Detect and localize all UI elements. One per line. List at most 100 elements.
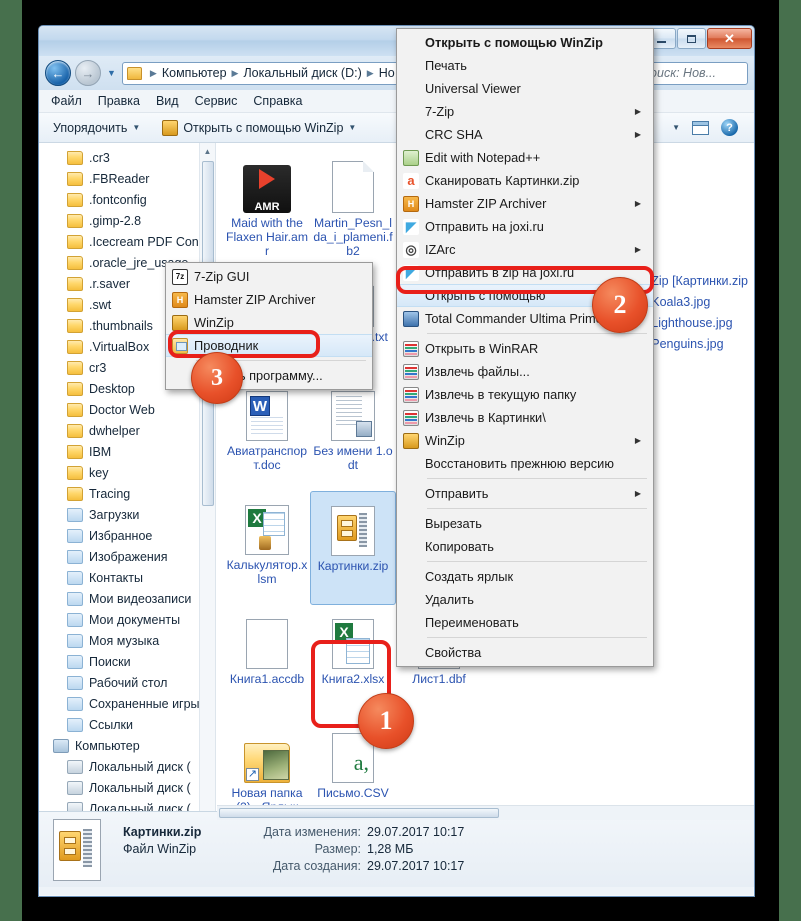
view-dropdown-icon[interactable]: ▼ [672, 123, 680, 132]
file-item[interactable]: Книга1.accdb [224, 605, 310, 719]
tree-item[interactable]: Поиски [39, 651, 215, 672]
file-item[interactable]: Martin_Pesn_lda_i_plameni.fb2 [310, 149, 396, 263]
menu-edit[interactable]: Правка [98, 94, 140, 108]
menu-help[interactable]: Справка [253, 94, 302, 108]
menu-item[interactable]: ◤ Отправить на joxi.ru [397, 215, 653, 238]
menu-item-label: CRC SHA [425, 127, 483, 142]
tree-item[interactable]: dwhelper [39, 420, 215, 441]
amr-audio-icon: AMR [243, 165, 291, 213]
file-item[interactable]: Без имени 1.odt [310, 377, 396, 491]
menu-file[interactable]: Файл [51, 94, 82, 108]
open-with-winzip-label: Открыть с помощью WinZip [183, 120, 344, 135]
scroll-up-arrow[interactable]: ▲ [200, 143, 215, 159]
file-item[interactable]: AMR Maid with the Flaxen Hair.amr [224, 149, 310, 263]
menu-item[interactable]: Переименовать [397, 611, 653, 634]
tree-item[interactable]: .FBReader [39, 168, 215, 189]
file-thumbnail: X [327, 611, 379, 669]
tree-item[interactable]: Локальный диск ( [39, 777, 215, 798]
submenu-arrow-icon: ▶ [634, 107, 641, 116]
tree-item[interactable]: Избранное [39, 525, 215, 546]
tree-item[interactable]: Рабочий стол [39, 672, 215, 693]
navigation-pane: .cr3 .FBReader .fontconfig .gimp-2.8 .Icecre… [39, 143, 216, 811]
menu-item-label: Свойства [425, 645, 482, 660]
menu-item[interactable]: ◎ IZArc ▶ [397, 238, 653, 261]
menu-item[interactable]: Открыть в WinRAR [397, 337, 653, 360]
menu-item[interactable]: CRC SHA ▶ [397, 123, 653, 146]
menu-item[interactable]: WinZip ▶ [397, 429, 653, 452]
menu-item-label: Открыть с помощью WinZip [425, 35, 603, 50]
horizontal-scrollbar[interactable] [217, 805, 754, 820]
tree-item-label: Tracing [89, 486, 131, 501]
menu-item[interactable]: Создать ярлык [397, 565, 653, 588]
menu-item[interactable]: Извлечь в текущую папку [397, 383, 653, 406]
file-name-entry[interactable]: Lighthouse.jpg [649, 313, 748, 334]
breadcrumb-folder[interactable]: Но [379, 66, 395, 80]
menu-tools[interactable]: Сервис [195, 94, 238, 108]
help-icon[interactable]: ? [721, 119, 738, 136]
totalcommander-icon [403, 310, 419, 327]
menu-item[interactable]: Universal Viewer [397, 77, 653, 100]
menu-item[interactable]: 7z 7-Zip GUI [166, 265, 372, 288]
menu-item[interactable]: Восстановить прежнюю версию [397, 452, 653, 475]
tree-item[interactable]: Изображения [39, 546, 215, 567]
organize-button[interactable]: Упорядочить ▼ [47, 119, 146, 137]
tree-item[interactable]: .gimp-2.8 [39, 210, 215, 231]
back-button[interactable]: ← [45, 60, 71, 86]
context-menu: Открыть с помощью WinZip Печать Universal … [396, 28, 654, 667]
tree-item[interactable]: Загрузки [39, 504, 215, 525]
recent-pages-dropdown-icon[interactable]: ▼ [105, 68, 118, 78]
breadcrumb-computer[interactable]: Компьютер [162, 66, 227, 80]
tree-item[interactable]: Сохраненные игры [39, 693, 215, 714]
menu-item[interactable]: a Сканировать Картинки.zip [397, 169, 653, 192]
menu-item[interactable]: Отправить ▶ [397, 482, 653, 505]
tree-item[interactable]: IBM [39, 441, 215, 462]
file-name-entry[interactable]: Koala3.jpg [649, 292, 748, 313]
tree-item[interactable]: Tracing [39, 483, 215, 504]
details-pane: Картинки.zip Дата изменения: 29.07.2017 … [39, 811, 754, 887]
menu-item[interactable]: H Hamster ZIP Archiver [166, 288, 372, 311]
file-item[interactable]: ↗Новая папка (2) - Ярлык [224, 719, 310, 811]
menu-item[interactable]: Открыть с помощью WinZip [397, 31, 653, 54]
menu-view[interactable]: Вид [156, 94, 179, 108]
menu-item[interactable]: Удалить [397, 588, 653, 611]
menu-item[interactable]: Вырезать [397, 512, 653, 535]
tree-item[interactable]: Мои документы [39, 609, 215, 630]
preview-pane-icon[interactable] [692, 120, 709, 135]
tree-item[interactable]: Моя музыка [39, 630, 215, 651]
tree-item[interactable]: Мои видеозаписи [39, 588, 215, 609]
tree-item[interactable]: Локальный диск ( [39, 756, 215, 777]
menu-item[interactable]: Edit with Notepad++ [397, 146, 653, 169]
file-item-selected[interactable]: Картинки.zip [310, 491, 396, 605]
menu-item[interactable]: Извлечь в Картинки\ [397, 406, 653, 429]
menu-item[interactable]: 7-Zip ▶ [397, 100, 653, 123]
file-name-entry[interactable]: Penguins.jpg [649, 334, 748, 355]
open-with-winzip-button[interactable]: Открыть с помощью WinZip ▼ [156, 118, 362, 138]
forward-button[interactable]: → [75, 60, 101, 86]
menu-item[interactable]: Копировать [397, 535, 653, 558]
tree-item[interactable]: Компьютер [39, 735, 215, 756]
tree-item[interactable]: .Icecream PDF Con [39, 231, 215, 252]
no-icon [166, 367, 194, 385]
maximize-button[interactable] [677, 28, 706, 49]
tree-item[interactable]: key [39, 462, 215, 483]
tree-item[interactable]: .cr3 [39, 147, 215, 168]
menu-item[interactable]: Свойства [397, 641, 653, 664]
tree-item-label: Избранное [89, 528, 153, 543]
file-item[interactable]: X Калькулятор.xlsm [224, 491, 310, 605]
tree-item[interactable]: Doctor Web [39, 399, 215, 420]
menu-item[interactable]: Извлечь файлы... [397, 360, 653, 383]
hscroll-thumb[interactable] [219, 808, 499, 818]
menu-item[interactable]: H Hamster ZIP Archiver ▶ [397, 192, 653, 215]
close-button[interactable]: ✕ [707, 28, 752, 49]
menu-item-label: Восстановить прежнюю версию [425, 456, 614, 471]
nav-scrollbar[interactable]: ▲ ≡ [199, 143, 215, 811]
breadcrumb-drive[interactable]: Локальный диск (D:) [243, 66, 361, 80]
menu-item[interactable]: WinZip [166, 311, 372, 334]
file-name-entry[interactable]: Zip [Картинки.zip [649, 271, 748, 292]
tree-item[interactable]: .fontconfig [39, 189, 215, 210]
menu-item[interactable]: Печать [397, 54, 653, 77]
tree-item[interactable]: Локальный диск ( [39, 798, 215, 811]
tree-item[interactable]: Ссылки [39, 714, 215, 735]
menu-item[interactable]: Проводник [166, 334, 372, 357]
tree-item[interactable]: Контакты [39, 567, 215, 588]
